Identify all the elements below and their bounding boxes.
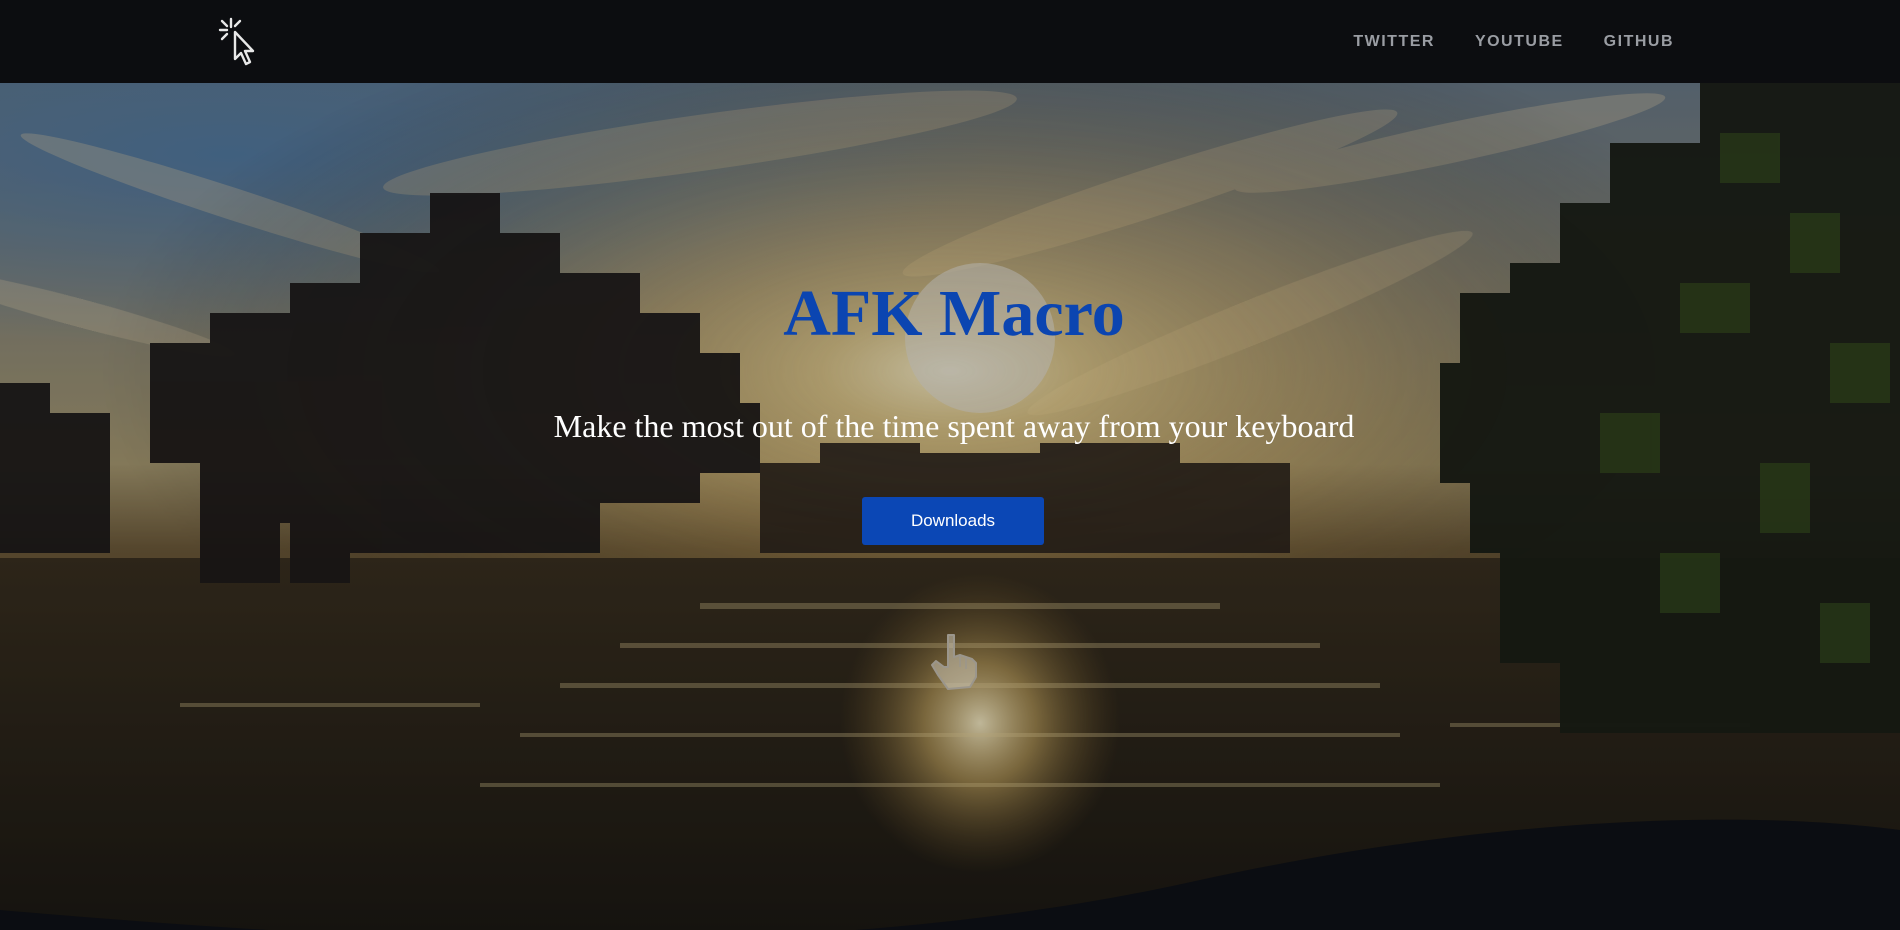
hero-subtitle: Make the most out of the time spent away…: [553, 408, 1355, 444]
nav-links: TWITTER YOUTUBE GITHUB: [1353, 0, 1674, 83]
nav-link-twitter[interactable]: TWITTER: [1353, 33, 1435, 51]
navbar: TWITTER YOUTUBE GITHUB: [0, 0, 1900, 83]
hero-title: AFK Macro: [783, 277, 1125, 350]
bottom-wave-divider: [0, 819, 1900, 930]
pointing-hand-icon: [931, 634, 977, 690]
page: TWITTER YOUTUBE GITHUB AFK Macro Make th…: [0, 0, 1900, 930]
downloads-button[interactable]: Downloads: [862, 497, 1044, 545]
nav-link-youtube[interactable]: YOUTUBE: [1475, 33, 1564, 51]
cursor-click-icon[interactable]: [216, 16, 260, 66]
hero-section: AFK Macro Make the most out of the time …: [0, 83, 1900, 930]
nav-link-github[interactable]: GITHUB: [1604, 33, 1674, 51]
